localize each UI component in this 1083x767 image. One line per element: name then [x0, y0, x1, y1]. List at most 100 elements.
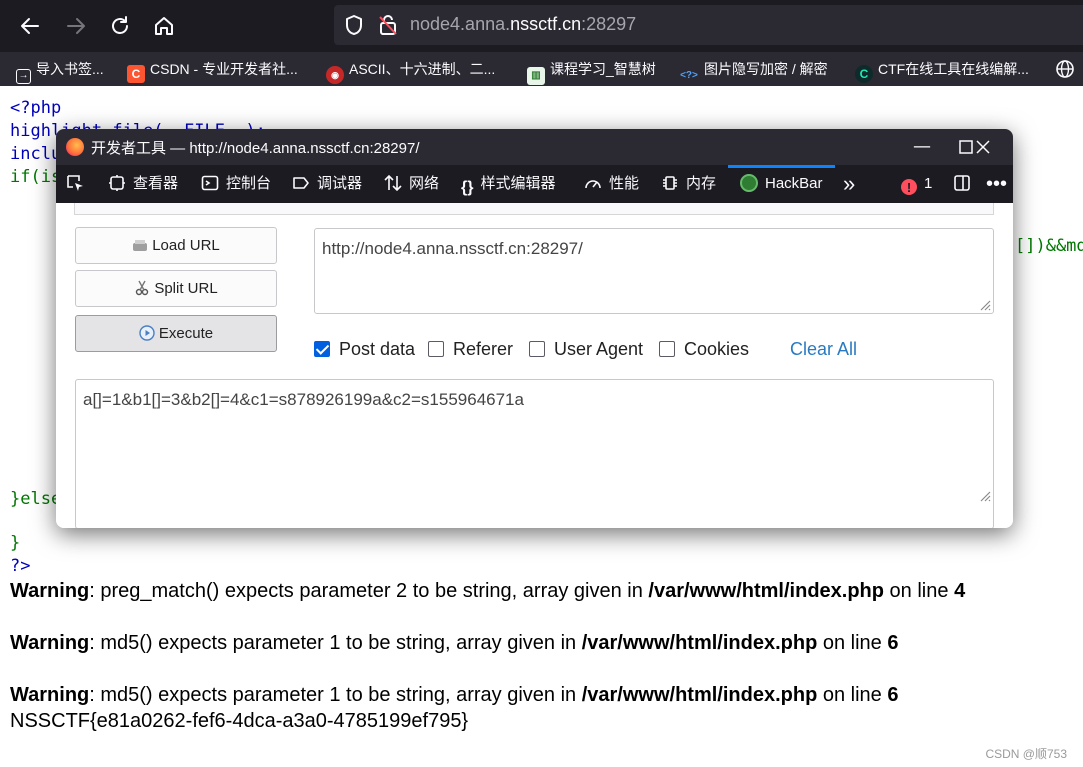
user-agent-checkbox[interactable]: User Agent [529, 338, 643, 360]
tab-inspector[interactable]: 查看器 [108, 165, 178, 203]
forward-button[interactable] [62, 12, 90, 40]
option-label: Cookies [684, 339, 750, 359]
code-fragment-right: [])&&md5 [1015, 236, 1083, 256]
warning-message: Warning: md5() expects parameter 1 to be… [10, 632, 899, 654]
globe-icon [1056, 60, 1074, 78]
watermark: CSDN @顺753 [985, 747, 1067, 761]
pick-element-icon [67, 175, 83, 191]
options-menu-button[interactable]: ••• [986, 165, 1007, 203]
bookmark-label: CTF在线工具在线编解... [878, 61, 1029, 77]
clear-all-link[interactable]: Clear All [790, 338, 857, 360]
code-line-php-close: ?> [10, 556, 31, 576]
load-url-icon [133, 240, 148, 251]
dock-side-icon [954, 175, 970, 191]
url-prefix: node4.anna. [410, 14, 511, 34]
error-icon: ! [901, 179, 917, 195]
code-line-close-brace: } [10, 533, 21, 553]
bookmark-ascii[interactable]: ◉ ASCII、十六进制、二... [326, 59, 496, 84]
resize-grip-icon[interactable] [977, 297, 991, 311]
tab-label: 性能 [609, 175, 640, 192]
shield-icon[interactable] [344, 14, 364, 36]
hackbar-top-strip [74, 203, 994, 215]
load-url-button[interactable]: Load URL [75, 227, 277, 264]
bookmark-label: ASCII、十六进制、二... [349, 61, 496, 77]
post-data-textarea[interactable]: a[]=1&b1[]=3&b2[]=4&c1=s878926199a&c2=s1… [75, 379, 994, 528]
firefox-icon [66, 138, 84, 156]
eye-logo-icon: ◉ [326, 66, 344, 84]
tab-performance[interactable]: 性能 [584, 165, 639, 203]
tab-network[interactable]: 网络 [384, 165, 439, 203]
memory-chip-icon [663, 176, 677, 190]
tab-console[interactable]: 控制台 [201, 165, 271, 203]
post-data-value: a[]=1&b1[]=3&b2[]=4&c1=s878926199a&c2=s1… [83, 390, 524, 409]
tab-style-editor[interactable]: {} 样式编辑器 [461, 165, 555, 203]
tab-memory[interactable]: 内存 [661, 165, 716, 203]
performance-gauge-icon [585, 180, 601, 189]
close-button[interactable] [968, 133, 998, 161]
tab-label: 查看器 [133, 175, 179, 192]
resize-grip-icon[interactable] [977, 488, 991, 502]
forward-arrow-icon [67, 18, 85, 34]
bookmark-steg[interactable]: <?> 图片隐写加密 / 解密 [679, 59, 828, 81]
import-icon: → [16, 69, 31, 84]
warning-message: Warning: md5() expects parameter 1 to be… [10, 684, 899, 706]
url-textarea-value: http://node4.anna.nssctf.cn:28297/ [322, 239, 583, 258]
cookies-checkbox[interactable]: Cookies [659, 338, 749, 360]
url-textarea[interactable]: http://node4.anna.nssctf.cn:28297/ [314, 228, 994, 314]
checkbox-icon[interactable] [529, 341, 545, 357]
bookmark-label: CSDN - 专业开发者社... [150, 61, 298, 77]
insecure-lock-icon[interactable] [378, 14, 398, 36]
bookmark-zhihuishu[interactable]: ▥ 课程学习_智慧树 [527, 59, 656, 85]
post-data-checkbox[interactable]: Post data [314, 338, 415, 360]
chevrons-right-icon: » [843, 171, 856, 196]
bookmark-overflow[interactable] [1055, 59, 1075, 79]
checkbox-icon[interactable] [659, 341, 675, 357]
code-tag-icon: <?> [680, 70, 698, 81]
error-count-badge[interactable]: ! 1 [901, 165, 932, 203]
option-label: Post data [339, 339, 416, 359]
execute-button[interactable]: Execute [75, 315, 277, 352]
url-domain: nssctf.cn [510, 14, 582, 34]
close-icon [976, 140, 990, 154]
tab-label: HackBar [765, 175, 823, 192]
button-label: Split URL [154, 280, 218, 297]
ctf-logo-icon: C [855, 65, 873, 83]
url-bar[interactable]: node4.anna.nssctf.cn:28297 [334, 5, 1083, 45]
network-icon [384, 174, 402, 192]
url-text[interactable]: node4.anna.nssctf.cn:28297 [410, 14, 636, 35]
bookmark-label: 课程学习_智慧树 [550, 61, 656, 77]
split-url-button[interactable]: Split URL [75, 270, 277, 307]
inspector-icon [109, 175, 125, 191]
home-button[interactable] [150, 12, 178, 40]
flag-output: NSSCTF{e81a0262-fef6-4dca-a3a0-4785199ef… [10, 710, 469, 732]
more-tabs-button[interactable]: » [843, 165, 855, 203]
scissors-icon [136, 280, 149, 296]
ellipsis-icon: ••• [986, 173, 1008, 195]
option-label: Referer [453, 339, 514, 359]
tab-debugger[interactable]: 调试器 [292, 165, 362, 203]
bookmark-label: 导入书签... [36, 61, 104, 77]
pick-element-button[interactable] [66, 165, 91, 203]
home-icon [155, 17, 173, 35]
url-port: :28297 [581, 14, 637, 34]
referer-checkbox[interactable]: Referer [428, 338, 513, 360]
tab-label: 调试器 [317, 175, 363, 192]
devtools-tabbar: 查看器 控制台 调试器 网络 {} 样式编辑器 性能 内存 HackBar » !… [56, 165, 1013, 203]
devtools-titlebar[interactable]: 开发者工具 — http://node4.anna.nssctf.cn:2829… [56, 129, 1013, 165]
bookmark-csdn[interactable]: C CSDN - 专业开发者社... [127, 59, 298, 83]
reload-icon [112, 16, 128, 34]
dock-button[interactable] [953, 165, 978, 203]
checkbox-checked-icon[interactable] [314, 341, 330, 357]
bookmark-ctf-tools[interactable]: C CTF在线工具在线编解... [855, 59, 1029, 83]
tab-hackbar[interactable]: HackBar [728, 165, 834, 203]
bookmark-import[interactable]: → 导入书签... [16, 59, 104, 84]
reload-button[interactable] [106, 12, 134, 40]
checkbox-icon[interactable] [428, 341, 444, 357]
devtools-window: 开发者工具 — http://node4.anna.nssctf.cn:2829… [56, 129, 1013, 528]
back-button[interactable] [16, 12, 44, 40]
play-icon [139, 325, 155, 341]
bookmarks-bar: → 导入书签... C CSDN - 专业开发者社... ◉ ASCII、十六进制、二… [0, 52, 1083, 86]
code-line-php-open: <?php [10, 98, 62, 118]
console-icon [201, 175, 219, 191]
tab-label: 控制台 [226, 175, 272, 192]
